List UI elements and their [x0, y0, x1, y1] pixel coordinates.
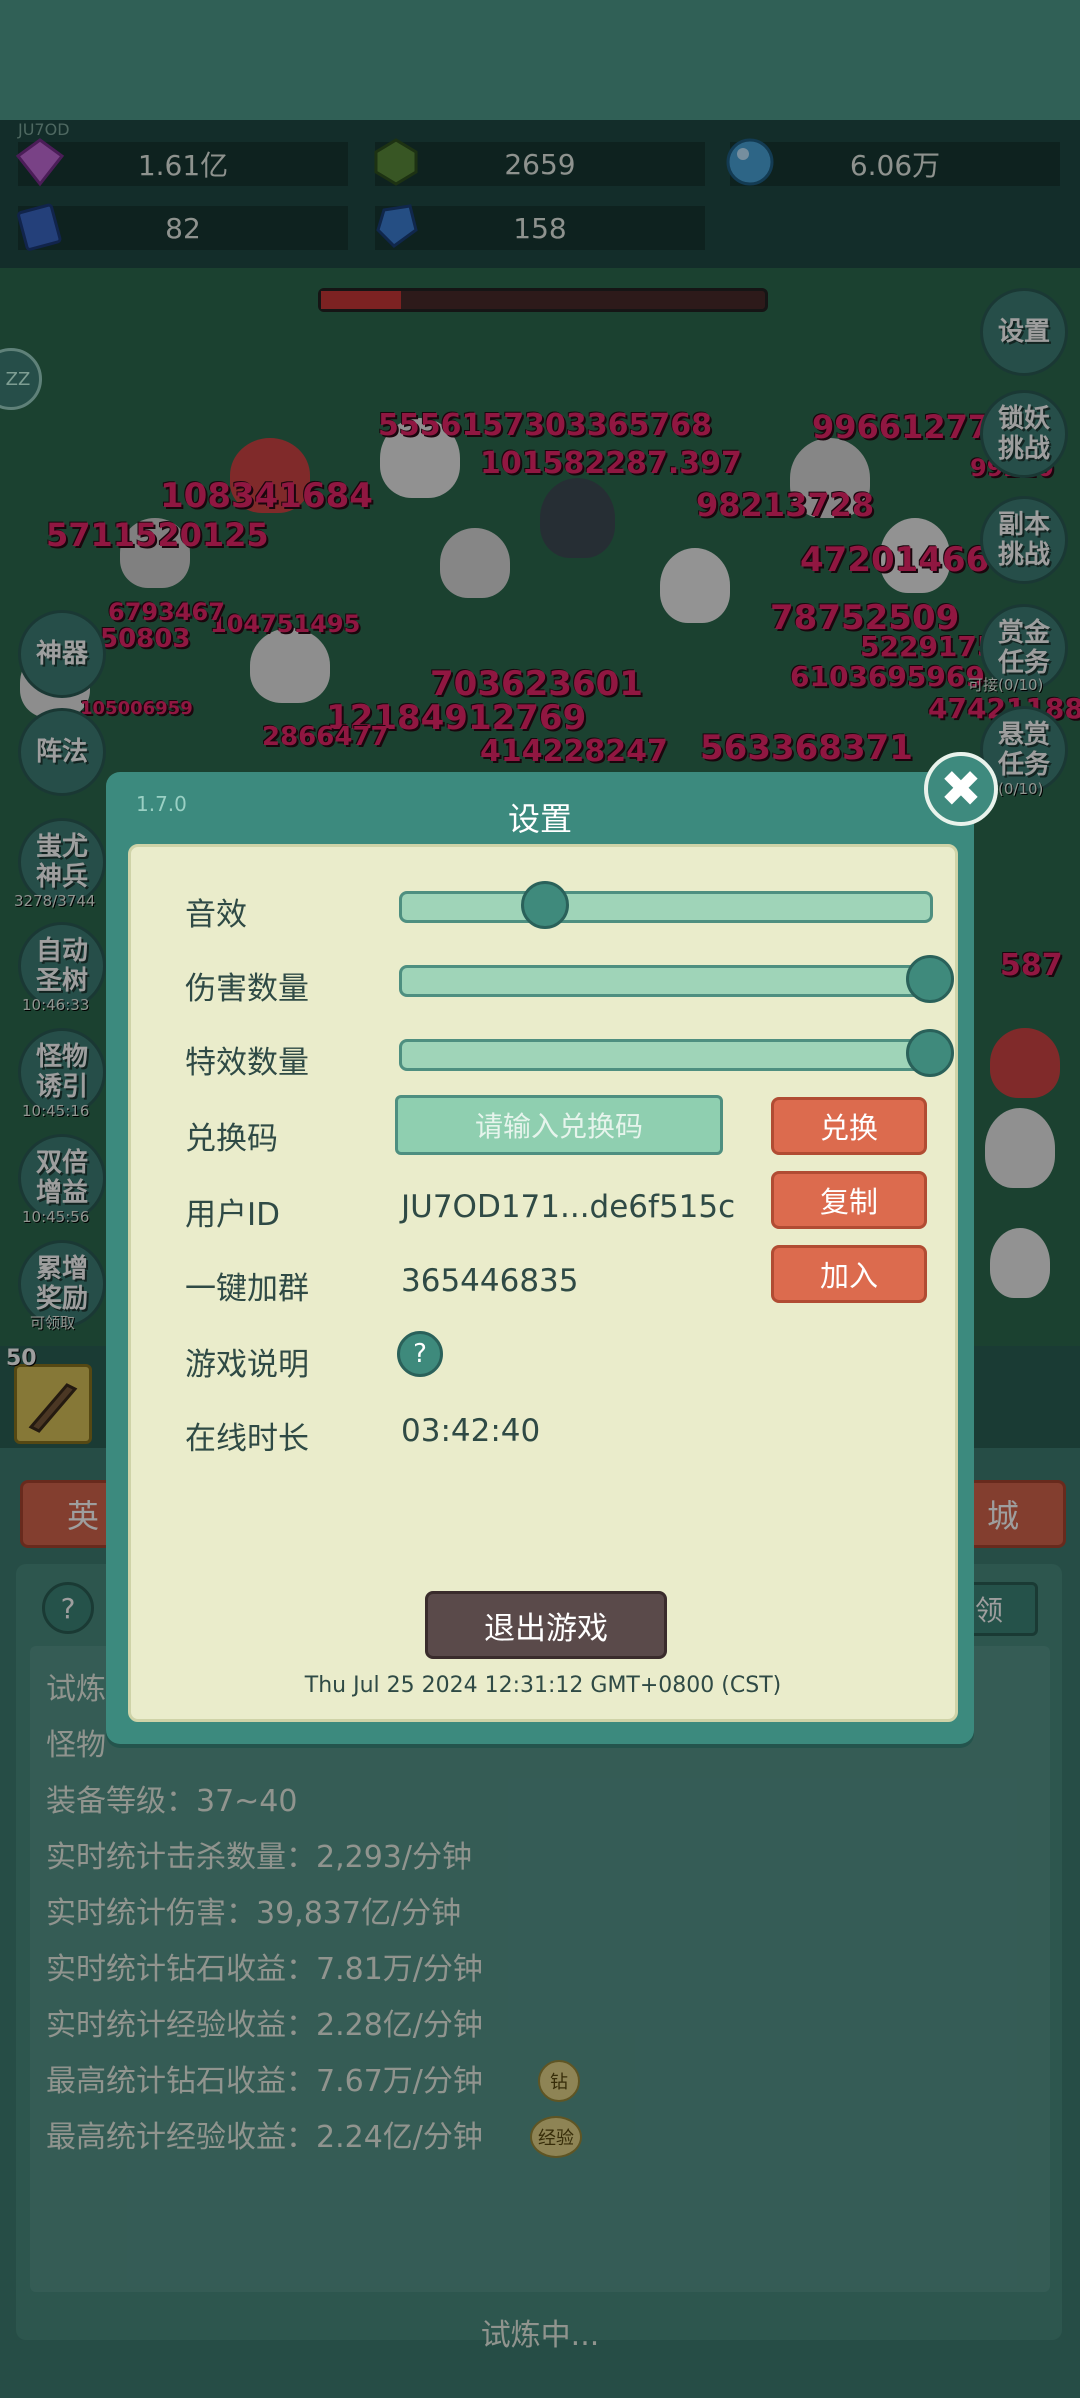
damage-count-slider-knob[interactable]	[906, 955, 954, 1003]
damage-count-label: 伤害数量	[185, 971, 309, 1007]
user-id-label: 用户ID	[185, 1197, 281, 1233]
close-icon: ✖	[940, 760, 982, 818]
current-timestamp: Thu Jul 25 2024 12:31:12 GMT+0800 (CST)	[304, 1673, 782, 1698]
sound-slider-knob[interactable]	[520, 881, 569, 929]
redeem-code-placeholder: 请输入兑换码	[474, 1110, 643, 1143]
dialog-title: 设置	[507, 800, 572, 838]
effect-count-label: 特效数量	[185, 1045, 309, 1081]
redeem-button[interactable]: 兑换	[771, 1097, 927, 1155]
exit-game-button[interactable]: 退出游戏	[425, 1591, 667, 1659]
exit-game-label: 退出游戏	[484, 1610, 608, 1647]
sound-label: 音效	[185, 897, 247, 933]
copy-button-label: 复制	[819, 1185, 878, 1219]
join-group-label: 一键加群	[185, 1271, 309, 1307]
effect-count-slider-knob[interactable]	[906, 1029, 954, 1077]
user-id-value: JU7OD171...de6f515c	[401, 1189, 736, 1225]
online-time-value: 03:42:40	[401, 1413, 541, 1449]
game-guide-label: 游戏说明	[185, 1347, 309, 1383]
group-number: 365446835	[401, 1263, 579, 1299]
guide-icon-glyph: ?	[413, 1339, 427, 1369]
online-time-label: 在线时长	[185, 1421, 309, 1457]
close-button[interactable]: ✖	[924, 752, 998, 826]
join-button-label: 加入	[819, 1259, 878, 1293]
sound-slider[interactable]	[399, 881, 933, 929]
settings-body: 音效 伤害数量 特效数量 兑换码 请输入兑换码 兑换 用户ID JU7OD171…	[128, 844, 958, 1722]
copy-button[interactable]: 复制	[771, 1171, 927, 1229]
settings-dialog: 1.7.0 设置 音效 伤害数量 特效数量 兑换码 请输入兑换码 兑换 用户ID…	[106, 772, 974, 1744]
join-button[interactable]: 加入	[771, 1245, 927, 1303]
damage-count-slider[interactable]	[399, 955, 954, 1003]
redeem-button-label: 兑换	[819, 1111, 878, 1145]
redeem-code-input[interactable]: 请输入兑换码	[395, 1095, 723, 1155]
help-icon[interactable]: ?	[397, 1331, 443, 1377]
effect-count-slider[interactable]	[399, 1029, 954, 1077]
redeem-code-label: 兑换码	[185, 1121, 278, 1157]
